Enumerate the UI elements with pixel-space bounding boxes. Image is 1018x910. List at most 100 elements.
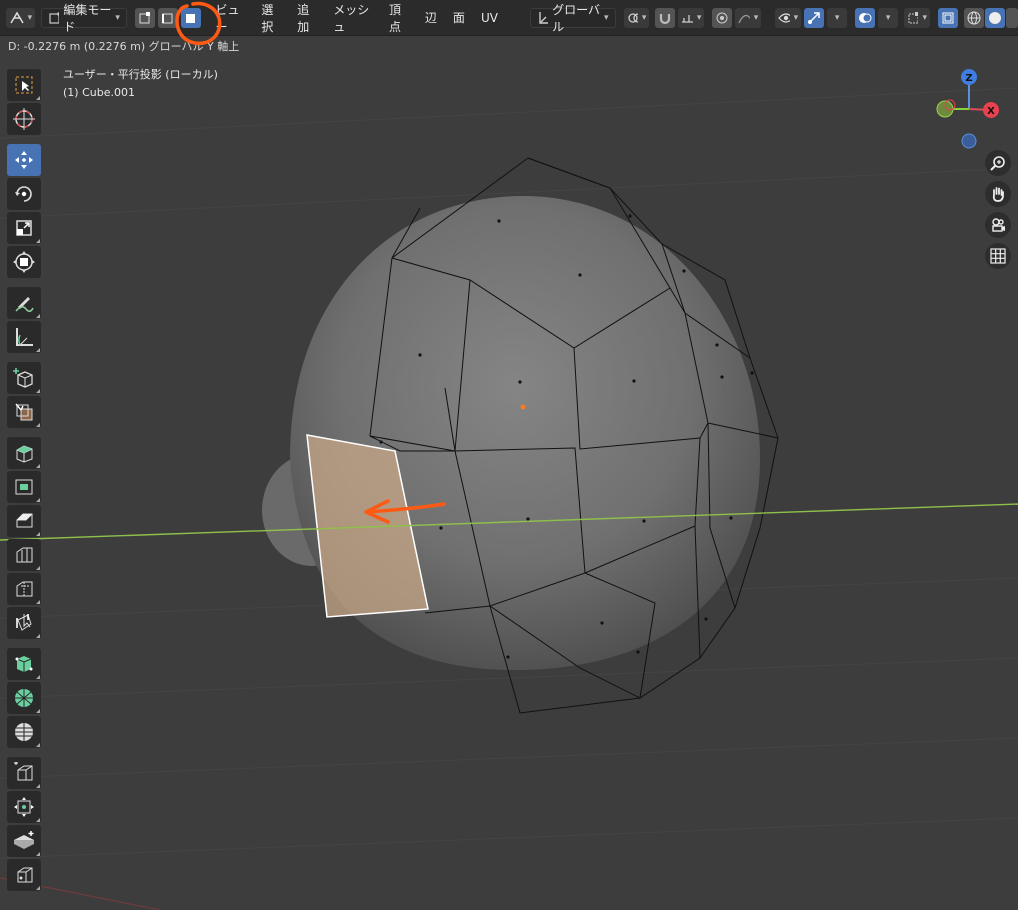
edge-slide-icon <box>15 723 33 741</box>
snap-target-button[interactable]: ▾ <box>678 7 705 28</box>
falloff-button[interactable]: ▾ <box>735 7 762 28</box>
loop-cut-icon <box>16 513 33 528</box>
poly-build-icon <box>16 614 32 631</box>
knife-tool[interactable] <box>7 573 41 605</box>
zoom-icon <box>990 156 1005 171</box>
navigation-gizmo[interactable]: Z X <box>936 69 999 149</box>
shading-wireframe-button[interactable] <box>964 7 985 28</box>
smooth-tool[interactable] <box>7 682 41 714</box>
mode-select[interactable]: 編集モード ▾ <box>41 3 127 34</box>
offset-edge-tool[interactable] <box>7 539 41 571</box>
select-box-tool[interactable] <box>7 69 41 101</box>
menu-vertex[interactable]: 頂点 <box>381 1 417 35</box>
menu-uv[interactable]: UV <box>473 11 506 25</box>
cursor-icon <box>13 108 35 130</box>
pan-button[interactable] <box>985 181 1011 207</box>
wireframe-sphere-icon <box>967 11 981 24</box>
inset-faces-tool[interactable] <box>7 437 41 469</box>
object-origin <box>520 404 526 410</box>
shear-icon <box>14 797 34 817</box>
proportional-edit-button[interactable] <box>712 7 733 28</box>
measure-icon <box>16 328 33 346</box>
shading-solid-button[interactable] <box>985 7 1006 28</box>
transform-tool[interactable] <box>7 246 41 278</box>
view-name: ユーザー・平行投影 (ローカル) <box>63 68 218 81</box>
bevel-icon <box>15 479 33 495</box>
viewport-nav-controls <box>985 150 1011 274</box>
smooth-icon <box>15 689 33 707</box>
transform-orientation-select[interactable]: グローバル ▾ <box>529 3 616 34</box>
menu-select[interactable]: 選択 <box>253 1 289 35</box>
edit-mode-icon <box>49 11 60 24</box>
bevel-tool[interactable] <box>7 471 41 503</box>
add-cube-icon <box>13 368 33 388</box>
viewport-canvas[interactable]: Z X <box>0 58 1018 910</box>
shear-tool[interactable] <box>7 791 41 823</box>
snap-toggle-button[interactable] <box>655 7 676 28</box>
gizmo-dropdown[interactable]: ▾ <box>827 7 848 28</box>
annotate-icon <box>15 297 34 312</box>
gizmo-icon <box>808 11 820 24</box>
move-tool[interactable] <box>7 144 41 176</box>
vertex-mode-icon <box>139 11 150 23</box>
menu-mesh[interactable]: メッシュ <box>325 1 381 35</box>
tool-shelf <box>7 68 45 893</box>
rotate-tool[interactable] <box>7 178 41 210</box>
zoom-button[interactable] <box>985 150 1011 176</box>
solid-sphere-icon <box>989 11 1002 24</box>
orientation-label: グローバル <box>552 2 601 34</box>
vertex-select-mode-button[interactable] <box>134 7 155 28</box>
extrude-region-tool[interactable] <box>7 396 41 428</box>
loop-cut-tool[interactable] <box>7 505 41 537</box>
edge-slide-tool[interactable] <box>7 716 41 748</box>
shading-material-button[interactable] <box>1006 7 1018 28</box>
perspective-toggle-button[interactable] <box>985 243 1011 269</box>
gizmo-x-label: X <box>987 106 995 117</box>
to-sphere-tool[interactable] <box>7 859 41 891</box>
grid-icon <box>990 248 1006 264</box>
mode-select-label: 編集モード <box>63 2 112 34</box>
editor-type-icon <box>10 11 24 23</box>
scale-icon <box>16 220 32 236</box>
move-icon <box>15 151 33 169</box>
annotation-circle <box>175 1 222 46</box>
xray-icon <box>942 12 954 23</box>
overlays-dropdown[interactable]: ▾ <box>878 7 899 28</box>
mesh-edit-overlays-button[interactable]: ▾ <box>904 7 931 28</box>
annotate-tool[interactable] <box>7 287 41 319</box>
menu-edge[interactable]: 辺 <box>417 9 445 26</box>
rip-tool[interactable] <box>7 825 41 857</box>
cursor-tool[interactable] <box>7 103 41 135</box>
add-cube-tool[interactable] <box>7 362 41 394</box>
menu-add[interactable]: 追加 <box>289 1 325 35</box>
gizmo-z-label: Z <box>965 73 972 84</box>
xray-toggle-button[interactable] <box>938 7 959 28</box>
3d-viewport[interactable]: Z X ユーザー・平行投影 (ローカル) (1) Cube.001 <box>0 58 1018 910</box>
camera-icon <box>992 218 1005 232</box>
transform-icon <box>13 251 35 273</box>
snap-increment-icon <box>682 14 693 23</box>
camera-view-button[interactable] <box>985 212 1011 238</box>
overlays-icon <box>859 12 872 23</box>
gizmo-neg-z-handle[interactable] <box>961 133 977 149</box>
viewport-header: ▾ 編集モード ▾ ビュー 選択 追加 メッシュ 頂点 辺 面 UV グローバル ▾… <box>0 0 1018 36</box>
offset-edge-icon <box>16 547 33 563</box>
gizmo-toggle-button[interactable] <box>804 7 825 28</box>
scale-tool[interactable] <box>7 212 41 244</box>
editor-type-button[interactable]: ▾ <box>6 7 36 28</box>
overlays-toggle-button[interactable] <box>855 7 876 28</box>
poly-build-tool[interactable] <box>7 607 41 639</box>
pivot-point-button[interactable]: ▾ <box>623 7 650 28</box>
falloff-curve-icon <box>738 14 750 23</box>
visibility-button[interactable]: ▾ <box>775 7 802 28</box>
shrink-fatten-tool[interactable] <box>7 757 41 789</box>
to-sphere-icon <box>17 867 33 883</box>
magnet-icon <box>660 13 671 24</box>
select-box-icon <box>15 76 33 94</box>
spin-tool[interactable] <box>7 648 41 680</box>
menu-face[interactable]: 面 <box>445 9 473 26</box>
proportional-edit-icon <box>716 12 728 23</box>
measure-tool[interactable] <box>7 321 41 353</box>
hand-pan-icon <box>992 187 1004 202</box>
operation-status: D: -0.2276 m (0.2276 m) グローバル Y 軸上 <box>8 40 240 53</box>
